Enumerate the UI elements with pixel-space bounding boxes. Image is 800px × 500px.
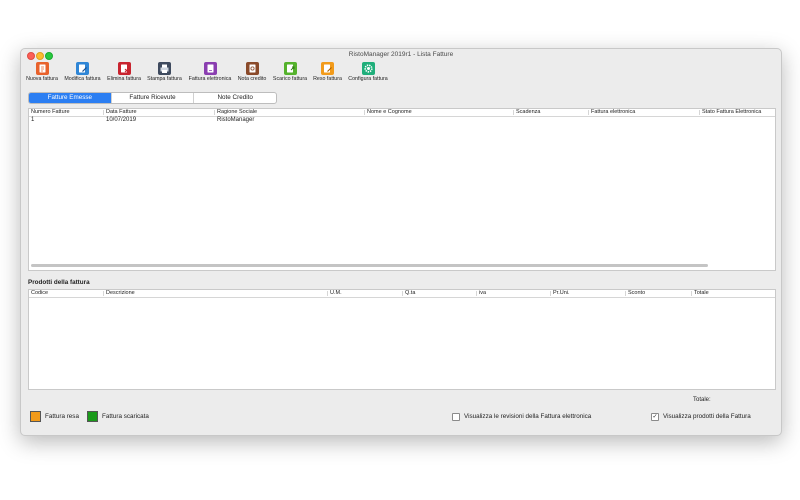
tab-note-credito[interactable]: Note Credito xyxy=(194,93,276,103)
column-sconto[interactable]: Sconto xyxy=(628,290,645,297)
invoice-type-segmented-control: Fatture Emesse Fatture Ricevute Note Cre… xyxy=(28,92,277,104)
e-invoice-button[interactable]: Fattura elettronica xyxy=(185,61,235,85)
close-window-button[interactable] xyxy=(27,52,35,60)
unload-invoice-icon xyxy=(283,62,297,75)
cell-numero: 1 xyxy=(31,117,35,123)
minimize-window-button[interactable] xyxy=(36,52,44,60)
invoices-table-header: Numero Fatture Data Fatture Ragione Soci… xyxy=(29,109,775,117)
legend-fattura-resa: Fattura resa xyxy=(30,410,79,422)
edit-invoice-icon xyxy=(76,62,89,75)
toolbar: Nuova fattura Modifica fattura Elimina f… xyxy=(21,61,781,85)
main-window: RistoManager 2019r1 - Lista Fatture Nuov… xyxy=(20,48,782,436)
delete-invoice-button[interactable]: Elimina fattura xyxy=(104,61,144,85)
column-codice[interactable]: Codice xyxy=(31,290,48,297)
column-data-fatture[interactable]: Data Fatture xyxy=(106,109,137,116)
column-prezzo-unitario[interactable]: Pr.Uni. xyxy=(553,290,570,297)
new-invoice-icon xyxy=(35,62,49,75)
credit-note-button[interactable]: Nota credito xyxy=(235,61,269,85)
horizontal-scrollbar[interactable] xyxy=(31,264,708,267)
printer-icon xyxy=(158,62,171,75)
edit-invoice-button[interactable]: Modifica fattura xyxy=(61,61,104,85)
cell-ragione-sociale: RistoManager xyxy=(217,117,255,123)
column-nome-cognome[interactable]: Nome e Cognome xyxy=(367,109,412,116)
print-invoice-button[interactable]: Stampa fattura xyxy=(144,61,185,85)
e-invoice-icon xyxy=(203,62,217,75)
column-qta[interactable]: Q.ta xyxy=(405,290,415,297)
column-descrizione[interactable]: Descrizione xyxy=(106,290,135,297)
tab-fatture-ricevute[interactable]: Fatture Ricevute xyxy=(112,93,195,103)
tab-fatture-emesse[interactable]: Fatture Emesse xyxy=(29,93,112,103)
configure-invoice-button[interactable]: Configura fattura xyxy=(344,61,392,85)
products-table-header: Codice Descrizione U.M. Q.ta iva Pr.Uni.… xyxy=(29,290,775,298)
show-products-checkbox-box[interactable]: ✓ xyxy=(651,412,659,421)
column-totale[interactable]: Totale xyxy=(694,290,709,297)
column-ragione-sociale[interactable]: Ragione Sociale xyxy=(217,109,257,116)
column-um[interactable]: U.M. xyxy=(330,290,342,297)
zoom-window-button[interactable] xyxy=(45,52,53,60)
column-iva[interactable]: iva xyxy=(479,290,486,297)
window-title: RistoManager 2019r1 - Lista Fatture xyxy=(348,51,454,58)
cell-data: 10/07/2019 xyxy=(106,117,137,123)
column-fattura-elettronica[interactable]: Fattura elettronica xyxy=(591,109,635,116)
column-stato-fattura-elettronica[interactable]: Stato Fattura Elettronica xyxy=(702,109,761,116)
column-scadenza[interactable]: Scadenza xyxy=(516,109,540,116)
gear-icon xyxy=(361,62,375,75)
legend-fattura-scaricata: Fattura scaricata xyxy=(87,410,149,422)
unload-invoice-button[interactable]: Scarico fattura xyxy=(269,61,311,85)
return-invoice-button[interactable]: Reso fattura xyxy=(311,61,344,85)
revisions-checkbox-box[interactable] xyxy=(452,412,460,421)
totale-label: Totale: xyxy=(693,397,711,403)
products-section-title: Prodotti della fattura xyxy=(28,279,90,286)
return-invoice-icon xyxy=(321,62,334,75)
revisions-checkbox[interactable]: Visualizza le revisioni della Fattura el… xyxy=(452,412,591,421)
invoices-table[interactable]: Numero Fatture Data Fatture Ragione Soci… xyxy=(28,108,776,271)
show-products-checkbox[interactable]: ✓ Visualizza prodotti della Fattura xyxy=(651,412,751,421)
new-invoice-button[interactable]: Nuova fattura xyxy=(23,61,61,85)
legend-swatch-green xyxy=(87,410,98,422)
credit-note-icon xyxy=(245,62,259,75)
column-numero-fatture[interactable]: Numero Fatture xyxy=(31,109,70,116)
products-table[interactable]: Codice Descrizione U.M. Q.ta iva Pr.Uni.… xyxy=(28,289,776,390)
title-bar: RistoManager 2019r1 - Lista Fatture xyxy=(21,49,781,61)
delete-invoice-icon xyxy=(117,62,131,75)
legend-swatch-orange xyxy=(30,410,41,422)
